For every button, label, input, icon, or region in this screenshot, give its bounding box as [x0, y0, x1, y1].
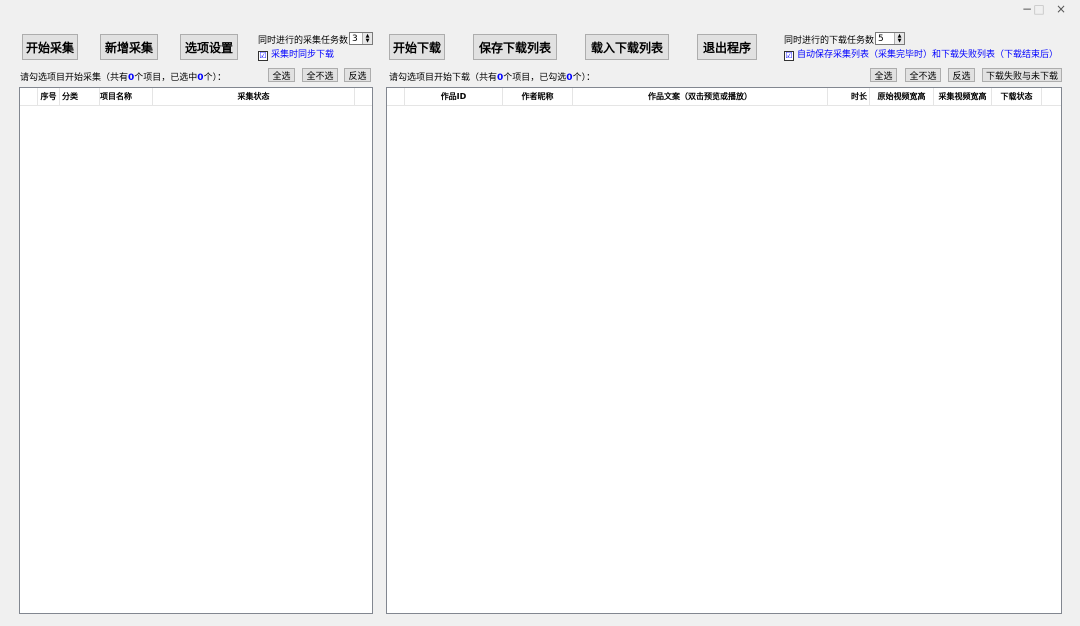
download-concurrent-value: 5 — [878, 33, 884, 44]
sync-download-label: 采集时同步下载 — [271, 50, 335, 60]
collect-concurrent-stepper[interactable]: 3 ▲ ▼ — [349, 32, 373, 45]
failed-undownloaded-button[interactable]: 下载失败与未下载 — [982, 68, 1062, 82]
start-collect-button[interactable]: 开始采集 — [22, 34, 78, 60]
column-header-collected-resolution[interactable]: 采集视频宽高 — [934, 88, 992, 105]
collect-hint: 请勾选项目开始采集（共有0个项目，已选中0个）： — [20, 73, 227, 83]
checkbox-column-header[interactable] — [387, 88, 405, 105]
collect-concurrent-label: 同时进行的采集任务数 — [258, 36, 349, 46]
options-button[interactable]: 选项设置 — [180, 34, 238, 60]
maximize-icon: □ — [1033, 2, 1045, 16]
add-collect-button[interactable]: 新增采集 — [100, 34, 158, 60]
download-concurrent-label: 同时进行的下载任务数 — [784, 36, 875, 46]
column-header-work-caption[interactable]: 作品文案（双击预览或播放） — [573, 88, 828, 105]
collect-select-all-button[interactable]: 全选 — [268, 68, 295, 82]
column-header-project-name[interactable]: 项目名称 — [100, 88, 153, 105]
download-select-none-button[interactable]: 全不选 — [905, 68, 941, 82]
column-header-work-id[interactable]: 作品ID — [405, 88, 503, 105]
download-hint: 请勾选项目开始下载（共有0个项目，已勾选0个）： — [389, 73, 596, 83]
column-header-category[interactable]: 分类 — [60, 88, 100, 105]
column-header-index[interactable]: 序号 — [38, 88, 60, 105]
auto-save-checkbox[interactable]: ☑ 自动保存采集列表（采集完毕时）和下载失败列表（下载结束后） — [784, 47, 1058, 61]
download-select-all-button[interactable]: 全选 — [870, 68, 897, 82]
close-button[interactable]: × — [1044, 0, 1078, 18]
column-header-download-status[interactable]: 下载状态 — [992, 88, 1042, 105]
checkbox-icon: ☑ — [784, 51, 794, 61]
column-header-duration[interactable]: 时长 — [828, 88, 870, 105]
download-invert-button[interactable]: 反选 — [948, 68, 975, 82]
checkbox-column-header[interactable] — [20, 88, 38, 105]
column-header-author-nickname[interactable]: 作者昵称 — [503, 88, 573, 105]
checkbox-icon: ☑ — [258, 51, 268, 61]
stepper-arrows-icon[interactable]: ▲ ▼ — [894, 33, 904, 44]
exit-button[interactable]: 退出程序 — [697, 34, 757, 60]
collect-list-header: 序号 分类 项目名称 采集状态 — [20, 88, 372, 106]
collect-invert-button[interactable]: 反选 — [344, 68, 371, 82]
close-icon: × — [1055, 2, 1067, 16]
collect-list[interactable]: 序号 分类 项目名称 采集状态 — [19, 87, 373, 614]
sync-download-checkbox[interactable]: ☑ 采集时同步下载 — [258, 47, 334, 61]
auto-save-label: 自动保存采集列表（采集完毕时）和下载失败列表（下载结束后） — [797, 50, 1059, 60]
collect-select-none-button[interactable]: 全不选 — [302, 68, 338, 82]
download-concurrent-stepper[interactable]: 5 ▲ ▼ — [875, 32, 905, 45]
save-download-list-button[interactable]: 保存下载列表 — [473, 34, 557, 60]
stepper-arrows-icon[interactable]: ▲ ▼ — [362, 33, 372, 44]
start-download-button[interactable]: 开始下载 — [389, 34, 445, 60]
column-header-collect-status[interactable]: 采集状态 — [153, 88, 355, 105]
download-list[interactable]: 作品ID 作者昵称 作品文案（双击预览或播放） 时长 原始视频宽高 采集视频宽高… — [386, 87, 1062, 614]
load-download-list-button[interactable]: 载入下载列表 — [585, 34, 669, 60]
download-list-header: 作品ID 作者昵称 作品文案（双击预览或播放） 时长 原始视频宽高 采集视频宽高… — [387, 88, 1061, 106]
column-header-original-resolution[interactable]: 原始视频宽高 — [870, 88, 934, 105]
collect-concurrent-value: 3 — [352, 33, 358, 44]
